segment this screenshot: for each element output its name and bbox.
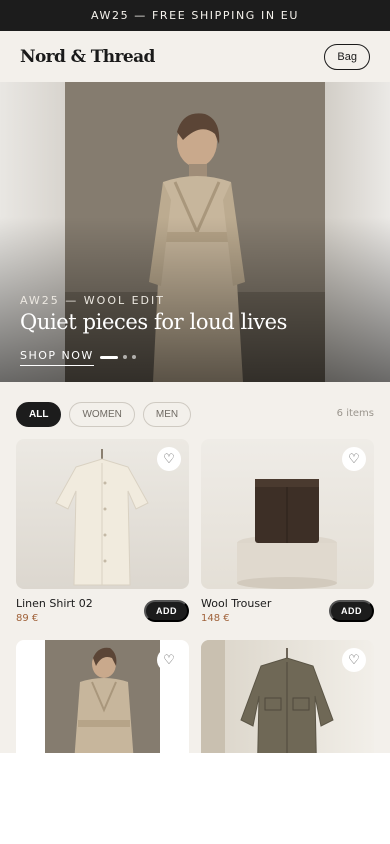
filter-chip-women[interactable]: WOMEN [69,402,135,427]
top-header: Nord & Thread Bag [0,31,390,82]
product-image[interactable]: ♡ [201,640,374,753]
product-image[interactable]: ♡ [16,640,189,753]
carousel-indicator[interactable] [100,355,136,359]
announcement-text: AW25 — FREE SHIPPING IN EU [91,9,299,22]
product-price: 89 € [16,613,39,624]
announcement-bar: AW25 — FREE SHIPPING IN EU [0,0,390,31]
carousel-dot[interactable] [123,355,127,359]
filter-chip-all[interactable]: ALL [16,402,62,427]
filter-chip-men[interactable]: MEN [142,402,192,427]
hero-gradient-overlay [0,82,390,382]
shop-now-link[interactable]: SHOP NOW [20,349,94,366]
item-count: 6 items [336,408,374,419]
hero-kicker: AW25 — WOOL EDIT [20,294,165,307]
product-card[interactable]: ♡ [16,640,189,753]
filter-chips: ALL WOMEN MEN [16,402,192,427]
product-card[interactable]: ♡ [201,640,374,753]
add-to-bag-button[interactable]: ADD [329,600,374,622]
brand-logo[interactable]: Nord & Thread [20,47,155,67]
bag-button[interactable]: Bag [324,43,370,70]
product-image[interactable]: ♡ [201,439,374,589]
carousel-dot-active[interactable] [100,355,118,359]
add-to-bag-button[interactable]: ADD [144,600,189,622]
product-card[interactable]: ♡ Linen Shirt 02 89 € ADD [16,439,189,624]
product-name[interactable]: Linen Shirt 02 [16,597,93,610]
product-card[interactable]: ♡ Wool Trouser 148 € ADD [201,439,374,624]
hero-title: Quiet pieces for loud lives [20,310,288,334]
carousel-dot[interactable] [132,355,136,359]
heart-icon[interactable]: ♡ [157,447,181,471]
heart-icon[interactable]: ♡ [157,648,181,672]
product-name[interactable]: Wool Trouser [201,597,271,610]
heart-icon[interactable]: ♡ [342,447,366,471]
product-image[interactable]: ♡ [16,439,189,589]
hero-banner[interactable]: AW25 — WOOL EDIT Quiet pieces for loud l… [0,82,390,382]
product-section: ALL WOMEN MEN 6 items ♡ Linen Shirt 02 8… [0,382,390,753]
product-price: 148 € [201,613,230,624]
heart-icon[interactable]: ♡ [342,648,366,672]
